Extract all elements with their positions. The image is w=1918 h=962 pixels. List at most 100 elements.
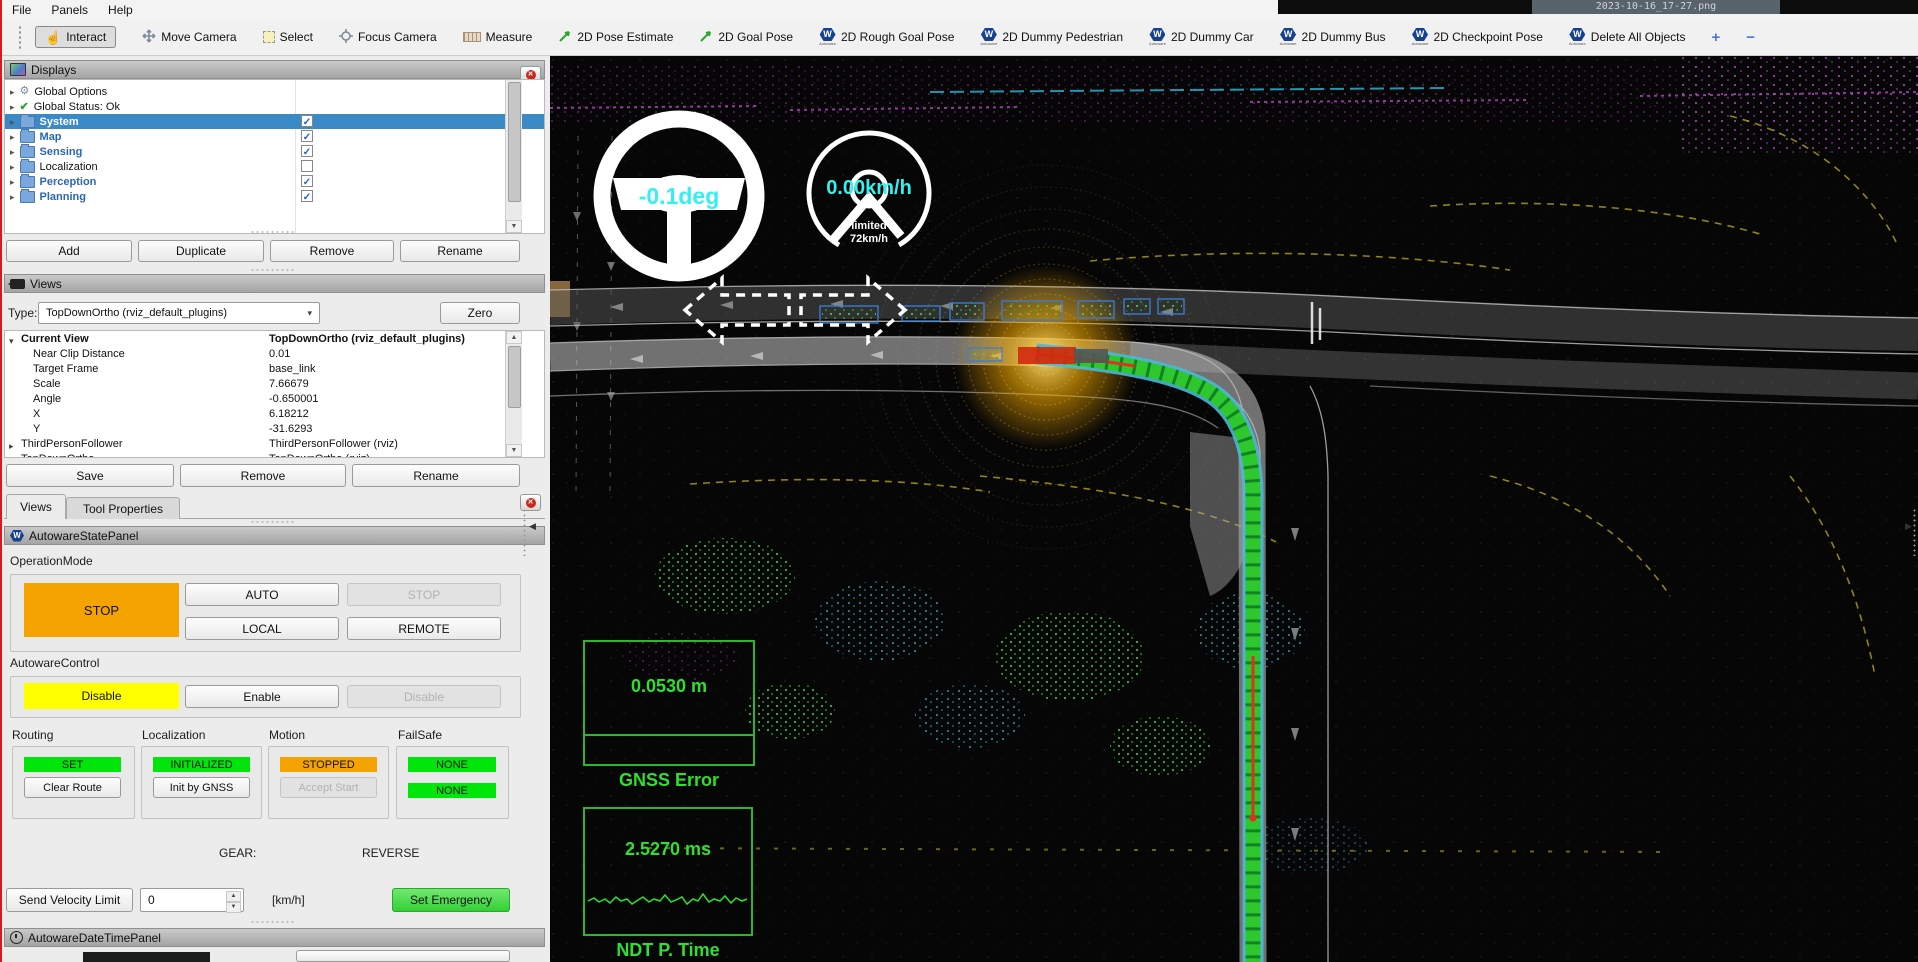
- expand-icon[interactable]: ▸: [9, 456, 14, 458]
- views-rename-button[interactable]: Rename: [352, 464, 520, 487]
- views-panel-header[interactable]: Views: [4, 274, 545, 293]
- panel-resize-grip[interactable]: [250, 230, 294, 235]
- prop-row-target-frame[interactable]: Target Frame base_link: [5, 363, 544, 378]
- tree-row-localization[interactable]: Localization: [5, 159, 544, 174]
- tab-views[interactable]: Views: [6, 494, 66, 519]
- tab-tool-properties[interactable]: Tool Properties: [66, 497, 180, 519]
- enable-button[interactable]: Enable: [185, 685, 339, 708]
- velocity-limit-spinbox[interactable]: 0 ▲▼: [140, 888, 244, 912]
- tool-measure[interactable]: Measure: [463, 30, 533, 44]
- zero-button[interactable]: Zero: [440, 302, 520, 324]
- expand-icon[interactable]: [10, 131, 15, 143]
- menu-panels[interactable]: Panels: [41, 1, 98, 19]
- scrollbar-thumb[interactable]: [508, 346, 521, 408]
- datetime-partial-button[interactable]: [296, 950, 510, 962]
- auto-button[interactable]: AUTO: [185, 583, 339, 606]
- tool-move-camera[interactable]: Move Camera: [142, 29, 236, 46]
- send-velocity-limit-button[interactable]: Send Velocity Limit: [6, 888, 133, 912]
- tree-row-map[interactable]: Map: [5, 129, 544, 144]
- dock-splitter-grip[interactable]: [522, 508, 527, 556]
- panel-resize-grip[interactable]: [250, 920, 294, 925]
- expand-icon[interactable]: ▸: [9, 441, 14, 452]
- tool-2d-goal-pose[interactable]: 2D Goal Pose: [699, 29, 793, 46]
- displays-duplicate-button[interactable]: Duplicate: [138, 240, 264, 262]
- 3d-viewport[interactable]: -0.1deg 0.00km/h limited 72km/h 0.0530 m…: [550, 56, 1918, 962]
- displays-icon: [10, 63, 26, 76]
- autoware-logo-icon: WAutoware: [980, 28, 997, 46]
- planning-checkbox[interactable]: [301, 190, 313, 202]
- expand-icon[interactable]: [10, 191, 15, 203]
- views-scrollbar[interactable]: ▲ ▼: [505, 331, 522, 457]
- displays-add-button[interactable]: Add: [6, 240, 132, 262]
- dock-collapse-right-icon[interactable]: ▶: [1905, 521, 1912, 532]
- views-save-button[interactable]: Save: [6, 464, 174, 487]
- system-checkbox[interactable]: [301, 115, 313, 127]
- right-dock-splitter-grip[interactable]: [1912, 508, 1917, 556]
- scroll-down-icon[interactable]: ▼: [506, 220, 522, 233]
- expand-icon[interactable]: [10, 101, 15, 113]
- expand-icon[interactable]: [10, 116, 15, 128]
- tool-2d-dummy-bus[interactable]: WAutoware 2D Dummy Bus: [1280, 28, 1386, 46]
- prop-row-third-person[interactable]: ▸ ThirdPersonFollower ThirdPersonFollowe…: [5, 438, 544, 453]
- tool-bar: ☝ Interact Move Camera Select Focus Came…: [2, 19, 1918, 56]
- tree-row-system[interactable]: System: [5, 114, 544, 129]
- displays-scrollbar[interactable]: ▼: [505, 80, 522, 233]
- sensing-checkbox[interactable]: [301, 145, 313, 157]
- dock-collapse-left-icon[interactable]: ◀: [529, 521, 536, 532]
- expand-icon[interactable]: [10, 86, 15, 98]
- tool-2d-dummy-car[interactable]: WAutoware 2D Dummy Car: [1149, 28, 1254, 46]
- prop-row-angle[interactable]: Angle -0.650001: [5, 393, 544, 408]
- expand-icon[interactable]: [10, 161, 15, 173]
- expand-icon[interactable]: [10, 176, 15, 188]
- displays-tree: ⚙ Global Options ✔ Global Status: Ok Sys…: [4, 79, 545, 234]
- panel-resize-grip[interactable]: [250, 268, 294, 273]
- tool-2d-checkpoint-pose[interactable]: WAutoware 2D Checkpoint Pose: [1412, 28, 1543, 46]
- prop-row-y[interactable]: Y -31.6293: [5, 423, 544, 438]
- menu-help[interactable]: Help: [98, 1, 143, 19]
- set-emergency-button[interactable]: Set Emergency: [392, 888, 510, 912]
- map-checkbox[interactable]: [301, 130, 313, 142]
- spinbox-arrows[interactable]: ▲▼: [226, 891, 241, 909]
- views-remove-button[interactable]: Remove: [180, 464, 346, 487]
- displays-rename-button[interactable]: Rename: [400, 240, 520, 262]
- scroll-down-icon[interactable]: ▼: [506, 444, 522, 457]
- displays-panel-header[interactable]: Displays: [4, 60, 545, 79]
- scroll-up-icon[interactable]: ▲: [506, 331, 522, 344]
- tool-focus-camera[interactable]: Focus Camera: [339, 29, 437, 46]
- tool-select[interactable]: Select: [263, 30, 313, 44]
- prop-row-x[interactable]: X 6.18212: [5, 408, 544, 423]
- init-by-gnss-button[interactable]: Init by GNSS: [153, 777, 250, 798]
- prop-row-near-clip[interactable]: Near Clip Distance 0.01: [5, 348, 544, 363]
- prop-row-current-view[interactable]: ▾ Current View TopDownOrtho (rviz_defaul…: [5, 333, 544, 348]
- tool-2d-pose-estimate[interactable]: 2D Pose Estimate: [558, 29, 673, 46]
- perception-checkbox[interactable]: [301, 175, 313, 187]
- tree-row-global-options[interactable]: ⚙ Global Options: [5, 84, 544, 99]
- expand-icon[interactable]: ▾: [9, 336, 14, 347]
- scrollbar-thumb[interactable]: [508, 82, 521, 202]
- tool-interact[interactable]: ☝ Interact: [35, 26, 116, 48]
- expand-icon[interactable]: [10, 146, 15, 158]
- tree-row-sensing[interactable]: Sensing: [5, 144, 544, 159]
- remote-button[interactable]: REMOTE: [347, 617, 501, 640]
- tool-2d-dummy-pedestrian[interactable]: WAutoware 2D Dummy Pedestrian: [980, 28, 1123, 46]
- motion-label: Motion: [269, 728, 305, 742]
- remove-tool-button[interactable]: −: [1746, 29, 1755, 46]
- local-button[interactable]: LOCAL: [185, 617, 339, 640]
- clear-route-button[interactable]: Clear Route: [24, 777, 121, 798]
- tree-row-global-status[interactable]: ✔ Global Status: Ok: [5, 99, 544, 114]
- datetime-panel-header[interactable]: AutowareDateTimePanel: [4, 928, 545, 947]
- toolbar-grip[interactable]: [18, 25, 23, 49]
- autoware-state-panel-header[interactable]: W AutowareStatePanel: [4, 526, 545, 545]
- prop-row-topdownortho[interactable]: ▸ TopDownOrtho TopDownOrtho (rviz): [5, 453, 544, 458]
- tree-row-perception[interactable]: Perception: [5, 174, 544, 189]
- tool-2d-rough-goal-pose[interactable]: WAutoware 2D Rough Goal Pose: [819, 28, 954, 46]
- panel-resize-grip[interactable]: [250, 520, 294, 525]
- displays-remove-button[interactable]: Remove: [270, 240, 394, 262]
- view-type-dropdown[interactable]: TopDownOrtho (rviz_default_plugins): [38, 302, 320, 324]
- prop-row-scale[interactable]: Scale 7.66679: [5, 378, 544, 393]
- tree-row-planning[interactable]: Planning: [5, 189, 544, 204]
- menu-file[interactable]: File: [2, 1, 41, 19]
- localization-checkbox[interactable]: [301, 160, 313, 172]
- tool-delete-all-objects[interactable]: WAutoware Delete All Objects: [1569, 28, 1686, 46]
- add-tool-button[interactable]: +: [1712, 29, 1721, 46]
